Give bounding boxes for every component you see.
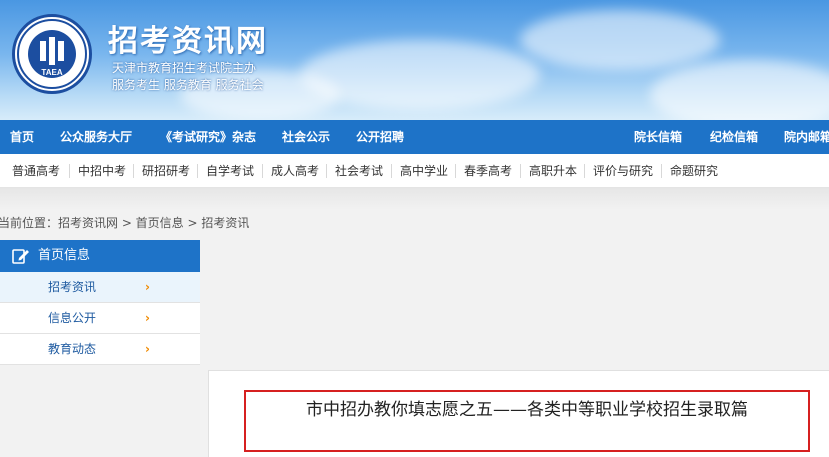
subnav-item[interactable]: 社会考试	[335, 154, 383, 188]
subnav-divider	[326, 164, 327, 178]
chevron-right-icon: ›	[145, 311, 150, 325]
subnav-divider	[133, 164, 134, 178]
subnav-divider	[69, 164, 70, 178]
subnav-divider	[262, 164, 263, 178]
sidebar-item-education-news[interactable]: 教育动态 ›	[0, 334, 200, 365]
page-shadow-decoration	[0, 188, 829, 210]
nav-public-service[interactable]: 公众服务大厅	[60, 120, 132, 154]
subnav-item[interactable]: 普通高考	[12, 154, 60, 188]
subnav-item[interactable]: 成人高考	[271, 154, 319, 188]
main-nav: 首页 公众服务大厅 《考试研究》杂志 社会公示 公开招聘 院长信箱 纪检信箱 院…	[0, 120, 829, 154]
sidebar-item-label: 信息公开	[48, 311, 97, 325]
article-title: 市中招办教你填志愿之五——各类中等职业学校招生录取篇	[244, 390, 810, 452]
nav-internal-mailbox[interactable]: 院内邮箱	[784, 120, 829, 154]
logo-emblem-icon[interactable]: TAEA	[12, 14, 92, 94]
subnav-item[interactable]: 命题研究	[670, 154, 718, 188]
subnav-divider	[197, 164, 198, 178]
nav-discipline-mailbox[interactable]: 纪检信箱	[710, 120, 758, 154]
header-banner: TAEA 招考资讯网 天津市教育招生考试院主办 服务考生 服务教育 服务社会	[0, 0, 829, 120]
nav-recruitment[interactable]: 公开招聘	[356, 120, 404, 154]
subnav-divider	[520, 164, 521, 178]
subnav-item[interactable]: 研招研考	[142, 154, 190, 188]
subnav-divider	[391, 164, 392, 178]
site-title: 招考资讯网	[108, 24, 268, 59]
cloud-decoration	[650, 60, 829, 120]
site-subtitle: 天津市教育招生考试院主办	[112, 61, 257, 75]
nav-journal[interactable]: 《考试研究》杂志	[160, 120, 256, 154]
nav-home[interactable]: 首页	[10, 120, 34, 154]
chevron-right-icon: ›	[145, 280, 150, 294]
subnav-item[interactable]: 评价与研究	[593, 154, 653, 188]
subnav-item[interactable]: 春季高考	[464, 154, 512, 188]
subnav-item[interactable]: 中招中考	[78, 154, 126, 188]
subnav-item[interactable]: 自学考试	[206, 154, 254, 188]
breadcrumb: 当前位置：招考资讯网 > 首页信息 > 招考资讯	[0, 216, 250, 230]
sidebar: 首页信息 招考资讯 › 信息公开 › 教育动态 ›	[0, 240, 200, 365]
subnav-divider	[455, 164, 456, 178]
sidebar-item-admissions-news[interactable]: 招考资讯 ›	[0, 272, 200, 303]
sidebar-item-info-disclosure[interactable]: 信息公开 ›	[0, 303, 200, 334]
site-slogan: 服务考生 服务教育 服务社会	[112, 78, 264, 92]
sub-nav: 普通高考 中招中考 研招研考 自学考试 成人高考 社会考试 高中学业 春季高考 …	[0, 154, 829, 188]
sidebar-heading: 首页信息	[0, 240, 200, 272]
sidebar-heading-label: 首页信息	[38, 248, 91, 263]
edit-icon	[12, 249, 29, 264]
subnav-divider	[584, 164, 585, 178]
nav-president-mailbox[interactable]: 院长信箱	[634, 120, 682, 154]
svg-text:TAEA: TAEA	[41, 68, 62, 77]
cloud-decoration	[520, 10, 720, 70]
subnav-divider	[661, 164, 662, 178]
sidebar-item-label: 教育动态	[48, 342, 97, 356]
subnav-item[interactable]: 高职升本	[529, 154, 577, 188]
chevron-right-icon: ›	[145, 342, 150, 356]
nav-public-notice[interactable]: 社会公示	[282, 120, 330, 154]
sidebar-item-label: 招考资讯	[48, 280, 97, 294]
subnav-item[interactable]: 高中学业	[400, 154, 448, 188]
